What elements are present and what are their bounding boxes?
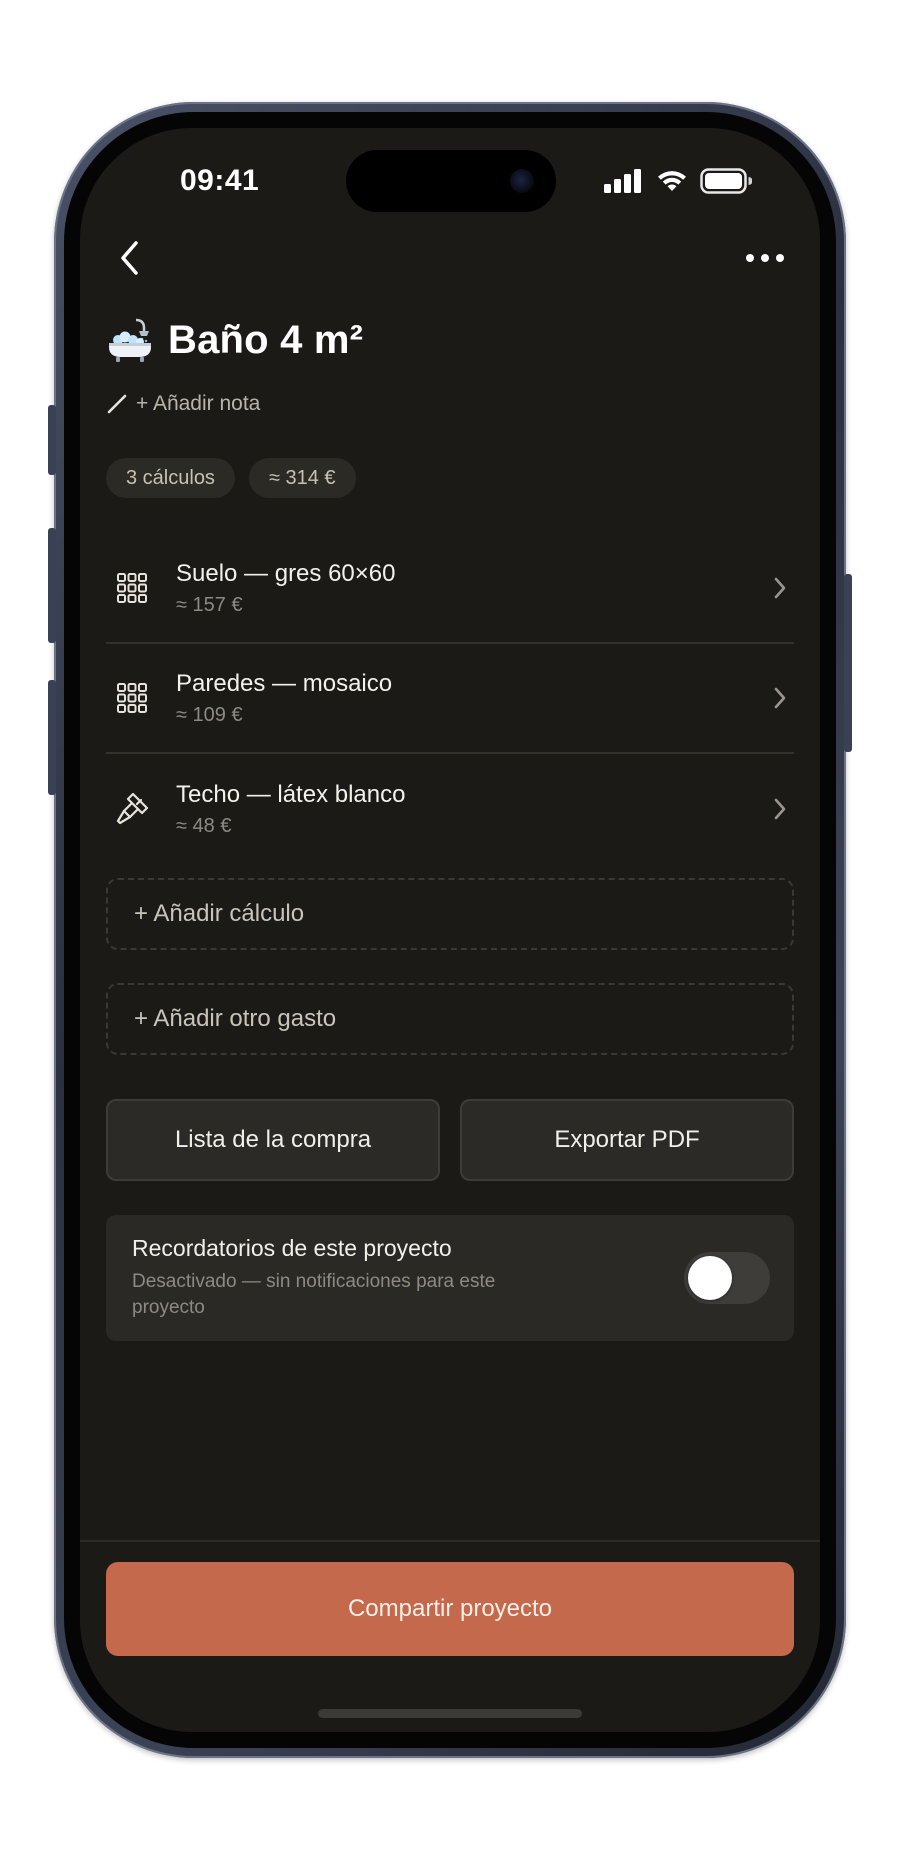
calculation-text: Paredes — mosaico ≈ 109 € xyxy=(176,670,770,727)
side-button-volume-up xyxy=(48,528,56,643)
calculation-text: Techo — látex blanco ≈ 48 € xyxy=(176,781,770,838)
side-button-volume-down xyxy=(48,680,56,795)
app-screen: 09:41 Baño 4 m² + Añadir nota 3 cálculos… xyxy=(80,128,820,1732)
calculations-list: Suelo — gres 60×60 ≈ 157 € Paredes — mos… xyxy=(106,534,794,864)
export-pdf-button[interactable]: Exportar PDF xyxy=(460,1099,794,1181)
tile-grid-icon xyxy=(110,676,154,720)
front-camera xyxy=(510,169,534,193)
home-indicator xyxy=(318,1709,582,1718)
bathtub-icon xyxy=(106,316,154,364)
status-time: 09:41 xyxy=(180,164,260,197)
status-icons xyxy=(604,168,752,194)
calculation-title: Suelo — gres 60×60 xyxy=(176,559,396,587)
add-note-button[interactable]: + Añadir nota xyxy=(106,392,260,416)
calculation-title: Techo — látex blanco xyxy=(176,780,406,808)
reminders-subtitle: Desactivado — sin notificaciones para es… xyxy=(132,1271,496,1318)
shopping-list-button[interactable]: Lista de la compra xyxy=(106,1099,440,1181)
paint-brush-icon xyxy=(110,787,154,831)
bottom-divider xyxy=(80,1540,820,1542)
chevron-right-icon xyxy=(770,574,790,602)
calculation-price: ≈ 109 € xyxy=(176,703,243,726)
chevron-right-icon xyxy=(770,684,790,712)
summary-chips: 3 cálculos ≈ 314 € xyxy=(106,458,356,498)
reminders-title: Recordatorios de este proyecto xyxy=(132,1235,452,1261)
back-button[interactable] xyxy=(110,234,150,282)
page-title: Baño 4 m² xyxy=(168,317,364,362)
calculation-price: ≈ 157 € xyxy=(176,593,243,616)
chevron-left-icon xyxy=(121,241,138,275)
calculation-title: Paredes — mosaico xyxy=(176,669,393,697)
wifi-icon xyxy=(658,171,686,191)
cellular-signal-icon xyxy=(604,169,641,193)
share-project-button[interactable]: Compartir proyecto xyxy=(106,1562,794,1656)
calculation-price: ≈ 48 € xyxy=(176,814,232,837)
tile-grid-icon xyxy=(110,566,154,610)
side-button-power xyxy=(844,574,852,752)
dynamic-island xyxy=(346,150,556,212)
calculation-row-floor[interactable]: Suelo — gres 60×60 ≈ 157 € xyxy=(106,534,794,644)
toggle-knob xyxy=(688,1256,732,1300)
total-cost-chip: ≈ 314 € xyxy=(248,458,356,498)
project-header: Baño 4 m² xyxy=(106,316,363,364)
add-note-label: + Añadir nota xyxy=(136,392,261,415)
calculation-row-walls[interactable]: Paredes — mosaico ≈ 109 € xyxy=(106,644,794,754)
calculation-row-ceiling[interactable]: Techo — látex blanco ≈ 48 € xyxy=(106,754,794,864)
reminders-toggle[interactable] xyxy=(684,1252,770,1304)
battery-icon xyxy=(700,168,752,194)
calculations-count-chip: 3 cálculos xyxy=(106,458,235,498)
reminders-card: Recordatorios de este proyecto Desactiva… xyxy=(106,1215,794,1341)
add-expense-button[interactable]: + Añadir otro gasto xyxy=(106,983,794,1055)
calculation-text: Suelo — gres 60×60 ≈ 157 € xyxy=(176,560,770,617)
add-calculation-button[interactable]: + Añadir cálculo xyxy=(106,878,794,950)
side-button-action xyxy=(48,405,56,475)
ellipsis-icon xyxy=(746,254,784,262)
more-options-button[interactable] xyxy=(740,238,790,278)
pencil-icon xyxy=(107,394,127,414)
chevron-right-icon xyxy=(770,795,790,823)
